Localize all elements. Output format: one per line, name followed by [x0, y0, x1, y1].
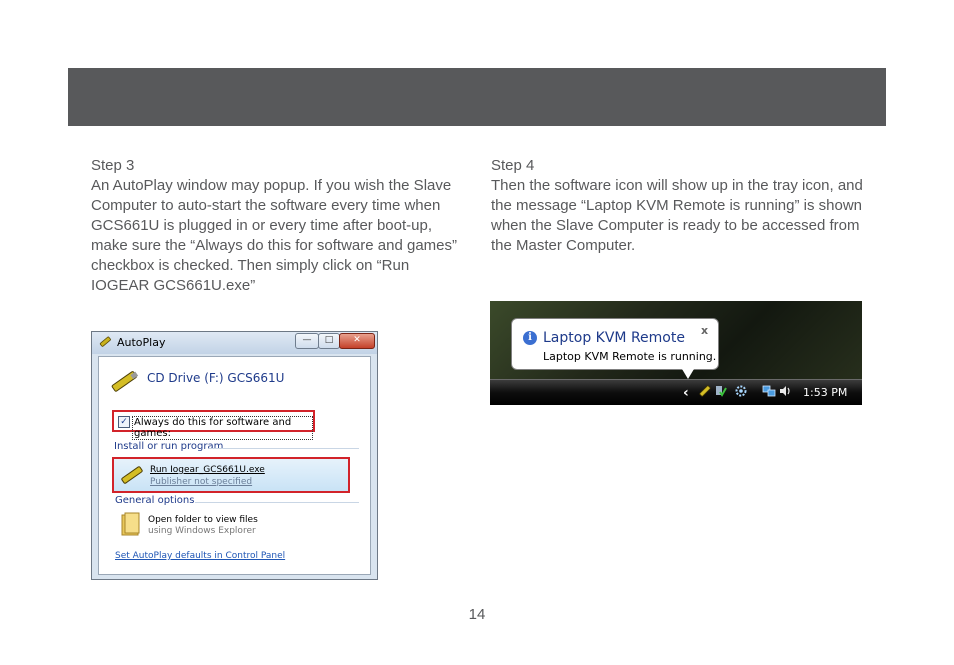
- open-folder-option[interactable]: Open folder to view files: [148, 515, 258, 525]
- run-program-publisher: Publisher not specified: [150, 477, 253, 487]
- maximize-button[interactable]: □: [318, 333, 340, 349]
- open-folder-subtitle: using Windows Explorer: [148, 526, 256, 536]
- always-do-this-checkbox[interactable]: ✓: [118, 416, 130, 428]
- step4-heading: Step 4: [491, 157, 535, 174]
- autoplay-title: AutoPlay: [117, 336, 166, 349]
- gear-icon[interactable]: [734, 384, 748, 398]
- close-button[interactable]: ✕: [339, 333, 375, 349]
- info-icon: i: [523, 331, 537, 345]
- step3-heading: Step 3: [91, 157, 135, 174]
- section-divider: [209, 448, 359, 449]
- header-bar: [68, 68, 886, 126]
- system-tray-screenshot: i Laptop KVM Remote Laptop KVM Remote is…: [490, 301, 862, 405]
- install-section-label: Install or run program: [114, 441, 224, 452]
- notification-balloon: i Laptop KVM Remote Laptop KVM Remote is…: [511, 318, 719, 370]
- usb-drive-icon: [99, 336, 111, 347]
- safely-remove-icon[interactable]: [714, 384, 728, 398]
- run-program-option[interactable]: Run Iogear_GCS661U.exe Publisher not spe…: [112, 457, 350, 493]
- page-number: 14: [468, 606, 486, 623]
- balloon-message: Laptop KVM Remote is running.: [543, 350, 717, 363]
- step3-column: Step 3 An AutoPlay window may popup. If …: [91, 156, 461, 296]
- volume-icon[interactable]: [778, 384, 792, 398]
- always-do-this-label[interactable]: Always do this for software and games:: [132, 416, 313, 440]
- run-program-name[interactable]: Run Iogear_GCS661U.exe: [150, 465, 265, 475]
- minimize-button[interactable]: —: [295, 333, 319, 349]
- step4-column: Step 4 Then the software icon will show …: [491, 156, 871, 256]
- balloon-close-button[interactable]: x: [701, 324, 708, 337]
- autoplay-titlebar: AutoPlay — □ ✕: [92, 332, 377, 354]
- step3-body: An AutoPlay window may popup. If you wis…: [91, 177, 457, 294]
- drive-label: CD Drive (F:) GCS661U: [147, 371, 285, 385]
- autoplay-window: AutoPlay — □ ✕ CD Drive (F:) GCS661U ✓ A…: [91, 331, 378, 580]
- usb-drive-icon: [111, 371, 139, 392]
- folder-icon: [121, 512, 140, 536]
- balloon-title: Laptop KVM Remote: [543, 330, 685, 346]
- autoplay-defaults-link[interactable]: Set AutoPlay defaults in Control Panel: [115, 551, 285, 561]
- tray-expand-chevron-icon[interactable]: ‹: [683, 385, 689, 401]
- balloon-pointer: [682, 369, 694, 379]
- section-divider: [195, 502, 359, 503]
- always-do-this-highlight: ✓ Always do this for software and games:: [112, 410, 315, 440]
- tray-clock[interactable]: 1:53 PM: [803, 386, 847, 399]
- network-icon[interactable]: [762, 384, 776, 398]
- step4-body: Then the software icon will show up in t…: [491, 177, 863, 254]
- autoplay-body: CD Drive (F:) GCS661U ✓ Always do this f…: [98, 356, 371, 575]
- usb-drive-icon: [121, 466, 143, 484]
- general-options-label: General options: [115, 495, 195, 506]
- usb-drive-tray-icon[interactable]: [698, 384, 712, 398]
